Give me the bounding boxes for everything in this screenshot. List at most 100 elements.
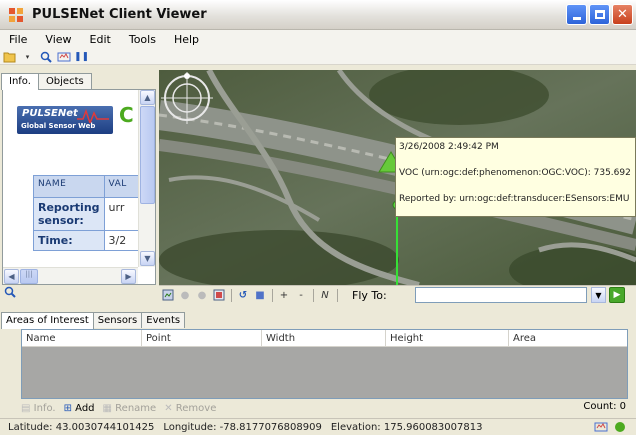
close-icon: ✕	[617, 7, 628, 22]
main-toolbar: ▾ ❚❚	[0, 49, 636, 65]
add-button[interactable]: ⊞ Add	[64, 403, 95, 414]
status-icons	[594, 421, 626, 433]
scroll-right-button[interactable]: ▶	[121, 269, 136, 284]
chevron-down-icon: ▾	[25, 52, 30, 61]
window-title: PULSENet Client Viewer	[32, 7, 207, 22]
table-row: Reporting sensor: urr	[33, 197, 138, 231]
back-circle-icon: ●	[180, 289, 190, 301]
tab-areas-of-interest[interactable]: Areas of Interest	[1, 312, 94, 329]
fly-to-dropdown[interactable]: ▼	[591, 287, 606, 303]
scroll-up-button[interactable]: ▲	[140, 90, 155, 105]
pause-button[interactable]: ❚❚	[74, 50, 89, 64]
maximize-button[interactable]	[589, 4, 610, 25]
scroll-left-button[interactable]: ◀	[4, 269, 19, 284]
chevron-down-icon: ▼	[595, 290, 602, 300]
info-button-label: Info.	[33, 402, 56, 414]
toolbar-separator	[272, 288, 273, 302]
count-label: Count: 0	[583, 401, 626, 412]
row-name: Reporting sensor:	[33, 197, 105, 231]
header-name: NAME	[33, 175, 105, 198]
tab-objects[interactable]: Objects	[37, 73, 92, 89]
app-icon	[9, 8, 23, 22]
tab-sensors[interactable]: Sensors	[92, 312, 143, 328]
tab-info[interactable]: Info.	[1, 73, 39, 90]
remove-button-label: Remove	[175, 402, 217, 414]
maximize-icon	[594, 10, 605, 19]
rename-button[interactable]: ▦ Rename	[103, 403, 157, 414]
menu-tools[interactable]: Tools	[126, 32, 159, 47]
magnifier-icon	[40, 51, 52, 63]
logo-text: PULSENet	[22, 108, 78, 119]
north-icon: N	[321, 289, 329, 301]
map-toolbar: ● ● ↺ ■ + - N Fly To: ▼ ▶	[159, 285, 636, 304]
popup-reported-by: Reported by: urn:ogc:def:transducer:ESen…	[399, 194, 630, 204]
column-area[interactable]: Area	[509, 330, 627, 346]
horizontal-scroll-thumb[interactable]: |||	[20, 269, 38, 284]
areas-grid[interactable]: Name Point Width Height Area	[21, 329, 628, 399]
connection-status-icon	[615, 422, 625, 432]
remove-button[interactable]: ✕ Remove	[164, 403, 216, 414]
rename-icon: ▦	[102, 402, 112, 414]
compass-icon[interactable]	[159, 70, 215, 126]
open-button[interactable]	[2, 50, 17, 64]
close-button[interactable]: ✕	[612, 4, 633, 25]
layers-button[interactable]	[161, 288, 175, 302]
sensor-button[interactable]	[56, 50, 71, 64]
horizontal-scrollbar[interactable]: ◀ ||| ▶	[3, 267, 138, 284]
menu-file[interactable]: File	[6, 32, 30, 47]
rename-button-label: Rename	[115, 402, 157, 414]
title-bar[interactable]: PULSENet Client Viewer ✕	[0, 0, 636, 30]
table-row: Time: 3/2	[33, 230, 138, 251]
sensor-status-icon[interactable]	[594, 421, 608, 433]
refresh-button[interactable]: ↺	[236, 288, 250, 302]
minimize-button[interactable]	[566, 4, 587, 25]
table-header-row: NAME VAL	[33, 175, 138, 198]
menu-help[interactable]: Help	[171, 32, 202, 47]
scroll-down-button[interactable]: ▼	[140, 251, 155, 266]
tab-events[interactable]: Events	[141, 312, 186, 328]
column-height[interactable]: Height	[386, 330, 509, 346]
sensor-info-popup: 3/26/2008 2:49:42 PM VOC (urn:ogc:def:ph…	[395, 137, 636, 217]
snapshot-icon	[213, 289, 225, 301]
toolbar-separator	[313, 288, 314, 302]
fly-to-go-button[interactable]: ▶	[609, 287, 625, 303]
info-frame: PULSENet Global Sensor Web C NAME VAL Re…	[2, 89, 156, 285]
toolbar-separator	[231, 288, 232, 302]
chevron-up-icon: ▲	[144, 93, 151, 102]
column-point[interactable]: Point	[142, 330, 262, 346]
menu-edit[interactable]: Edit	[87, 32, 114, 47]
vertical-scrollbar[interactable]: ▲ ▼	[138, 90, 155, 267]
left-panel: Info. Objects PULSENet Global Sensor Web…	[0, 68, 158, 300]
north-button[interactable]: N	[318, 288, 332, 302]
scroll-thumb[interactable]	[140, 106, 155, 204]
info-icon: ▤	[21, 402, 31, 414]
search-icon[interactable]	[4, 286, 16, 298]
add-icon: ⊞	[63, 402, 72, 414]
pulsenet-logo: PULSENet Global Sensor Web	[17, 106, 113, 134]
forward-circle-icon: ●	[197, 289, 207, 301]
dropdown-button[interactable]: ▾	[20, 50, 35, 64]
chevron-left-icon: ◀	[8, 272, 15, 281]
longitude-readout: Longitude: -78.8177076808909	[163, 421, 322, 433]
map-view[interactable]: 3/26/2008 2:49:42 PM VOC (urn:ogc:def:ph…	[159, 70, 636, 285]
stop-button[interactable]: ■	[253, 288, 267, 302]
zoom-in-button[interactable]: +	[277, 288, 291, 302]
zoom-button[interactable]	[38, 50, 53, 64]
elevation-readout: Elevation: 175.960083007813	[330, 421, 483, 433]
menu-view[interactable]: View	[42, 32, 74, 47]
column-width[interactable]: Width	[262, 330, 386, 346]
popup-time: 3/26/2008 2:49:42 PM	[399, 142, 499, 152]
info-button[interactable]: ▤ Info.	[21, 403, 56, 414]
zoom-out-button[interactable]: -	[294, 288, 308, 302]
bottom-toolbar: ▤ Info. ⊞ Add ▦ Rename ✕ Remove Count: 0	[21, 400, 628, 416]
info-table: NAME VAL Reporting sensor: urr Time: 3/2	[33, 175, 138, 251]
back-button[interactable]: ●	[178, 288, 192, 302]
forward-button[interactable]: ●	[195, 288, 209, 302]
minimize-icon	[572, 16, 581, 20]
snapshot-button[interactable]	[212, 288, 226, 302]
column-name[interactable]: Name	[22, 330, 142, 346]
stop-icon: ■	[255, 289, 265, 301]
fly-to-input[interactable]	[415, 287, 587, 303]
toolbar-separator	[337, 288, 338, 302]
status-bar: Latitude: 43.0030744101425 Longitude: -7…	[0, 418, 636, 435]
